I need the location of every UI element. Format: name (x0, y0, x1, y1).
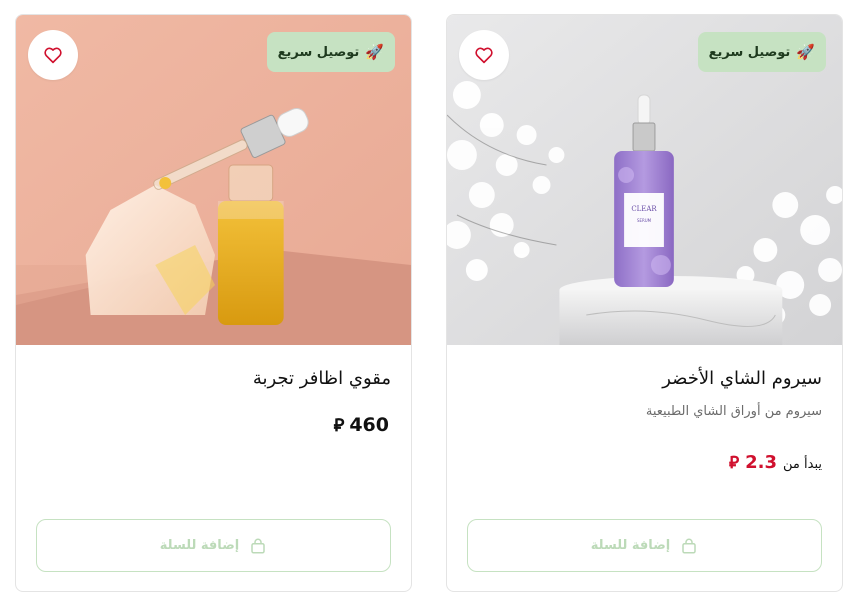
favorite-button[interactable] (28, 30, 78, 80)
rocket-icon: 🚀 (365, 42, 384, 61)
fast-delivery-badge: 🚀 توصيل سريع (266, 32, 395, 72)
badge-label: توصيل سريع (277, 44, 360, 60)
favorite-button[interactable] (459, 30, 509, 80)
heart-icon (44, 47, 62, 64)
riyal-currency-icon: ⃁ (729, 453, 740, 473)
bottle-brand-text: CLEAR (631, 205, 657, 213)
shopping-bag-icon (682, 538, 696, 553)
price-prefix: يبدأ من (783, 457, 822, 472)
add-to-cart-label: إضافة للسلة (590, 538, 671, 553)
product-card[interactable]: 🚀 توصيل سريع مقوي اظافر تجربة 460 ⃁ إضاف… (15, 14, 412, 592)
shopping-bag-icon (251, 538, 265, 553)
add-to-cart-button[interactable]: إضافة للسلة (36, 519, 391, 572)
bottle-label-text: SERUM (637, 218, 652, 223)
product-title[interactable]: مقوي اظافر تجربة (253, 368, 391, 389)
rocket-icon: 🚀 (796, 42, 815, 61)
product-price: 460 ⃁ (334, 413, 389, 436)
product-price: يبدأ من 2.3 ⃁ (729, 451, 822, 473)
price-amount: 460 (349, 414, 389, 436)
product-card[interactable]: CLEAR SERUM 🚀 توصيل سريع سيروم الشاي الأ… (446, 14, 843, 592)
riyal-currency-icon: ⃁ (333, 415, 345, 436)
product-title[interactable]: سيروم الشاي الأخضر (662, 368, 822, 389)
fast-delivery-badge: 🚀 توصيل سريع (697, 32, 826, 72)
heart-icon (475, 47, 493, 64)
add-to-cart-button[interactable]: إضافة للسلة (467, 519, 822, 572)
badge-label: توصيل سريع (708, 44, 791, 60)
add-to-cart-label: إضافة للسلة (159, 538, 240, 553)
product-subtitle: سيروم من أوراق الشاي الطبيعية (645, 404, 822, 419)
price-amount: 2.3 (745, 452, 778, 473)
